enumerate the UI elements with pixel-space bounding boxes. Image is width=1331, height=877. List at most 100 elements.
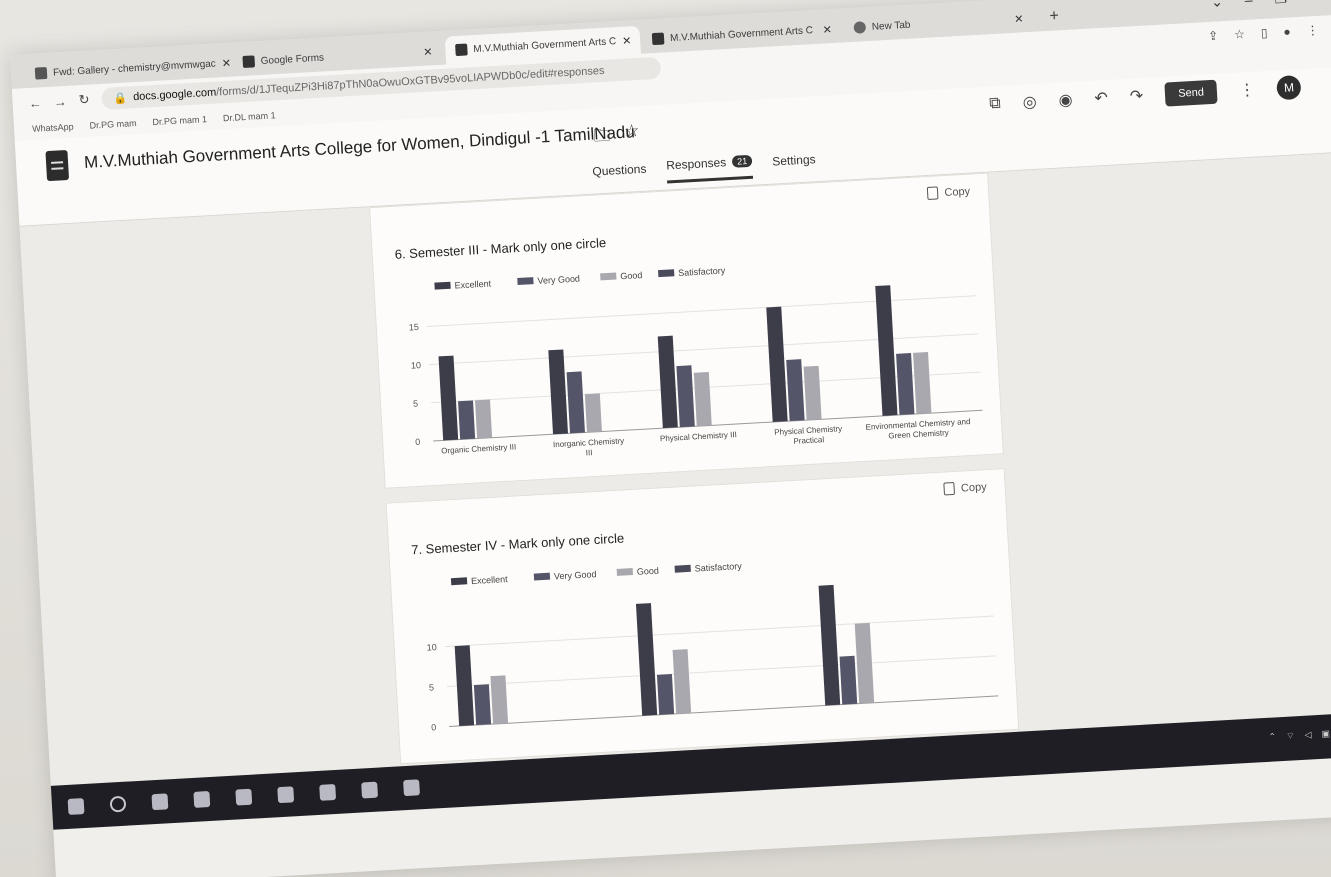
more-options-icon[interactable]: ⋮ bbox=[1239, 80, 1256, 101]
bookmark-dl-mam-1[interactable]: Dr.DL mam 1 bbox=[223, 110, 276, 123]
legend-swatch bbox=[450, 577, 468, 586]
bar bbox=[548, 349, 568, 435]
tab-label: Settings bbox=[771, 151, 816, 169]
preview-icon[interactable]: ◉ bbox=[1058, 90, 1073, 111]
bookmark-pg-mam[interactable]: Dr.PG mam bbox=[89, 118, 137, 131]
tab-label: Fwd: Gallery - chemistry@mvmwgac bbox=[52, 58, 217, 79]
volume-icon[interactable]: ◁ bbox=[1304, 729, 1312, 740]
x-tick-label: Practical bbox=[793, 435, 824, 446]
share-icon[interactable]: ⇪ bbox=[1208, 29, 1219, 44]
grid-line bbox=[428, 333, 979, 366]
legend-swatch bbox=[533, 572, 551, 581]
profile-icon[interactable]: ● bbox=[1283, 24, 1291, 38]
bar bbox=[839, 655, 858, 705]
chrome-icon[interactable] bbox=[361, 781, 379, 799]
bar bbox=[454, 645, 475, 726]
folder-icon[interactable]: 🗀 bbox=[593, 123, 612, 153]
legend-label: Excellent bbox=[471, 574, 509, 586]
address-bar-actions: ⇪ ☆ ▯ ● ⋮ bbox=[1208, 23, 1319, 43]
send-button[interactable]: Send bbox=[1164, 79, 1218, 107]
y-tick-label: 0 bbox=[431, 722, 437, 732]
copy-button[interactable]: Copy bbox=[943, 480, 987, 496]
tab-settings[interactable]: Settings bbox=[772, 150, 817, 177]
chevron-down-icon[interactable]: ⌄ bbox=[1211, 0, 1224, 11]
forms-icon bbox=[651, 32, 665, 46]
palette-icon[interactable]: ◎ bbox=[1022, 92, 1037, 113]
tab-label: Google Forms bbox=[260, 51, 325, 67]
close-icon[interactable]: ✕ bbox=[1309, 0, 1322, 5]
sidepanel-icon[interactable]: ▯ bbox=[1260, 26, 1267, 40]
menu-icon[interactable]: ⋮ bbox=[1306, 23, 1319, 38]
tab-responses[interactable]: Responses 21 bbox=[665, 153, 754, 184]
bar bbox=[438, 355, 459, 441]
redo-icon[interactable]: ↷ bbox=[1129, 86, 1144, 107]
tab-label: Questions bbox=[592, 161, 647, 179]
star-icon[interactable]: ☆ bbox=[624, 121, 641, 151]
bar bbox=[584, 393, 602, 433]
copy-button[interactable]: Copy bbox=[927, 185, 970, 200]
response-card: Copy 7. Semester IV - Mark only one circ… bbox=[385, 468, 1020, 765]
network-icon[interactable]: ⌔ bbox=[1286, 730, 1295, 741]
tab-questions[interactable]: Questions bbox=[592, 160, 647, 188]
legend-label: Satisfactory bbox=[678, 265, 726, 278]
file-explorer-icon[interactable] bbox=[235, 788, 253, 806]
notification-icon[interactable]: ▣ bbox=[1321, 728, 1330, 739]
x-tick-label: Physical Chemistry III bbox=[660, 430, 737, 443]
reload-icon[interactable]: ↻ bbox=[78, 92, 90, 109]
question-title: 6. Semester III - Mark only one circle bbox=[394, 235, 607, 262]
forward-icon[interactable]: → bbox=[53, 93, 67, 109]
chrome-icon bbox=[853, 21, 867, 34]
search-icon[interactable] bbox=[109, 795, 127, 813]
form-tabs: Questions Responses 21 Settings bbox=[592, 150, 817, 187]
bar bbox=[818, 584, 841, 706]
task-view-icon[interactable] bbox=[151, 793, 169, 811]
legend-label: Very Good bbox=[554, 569, 597, 581]
undo-icon[interactable]: ↶ bbox=[1094, 88, 1109, 109]
edge-icon[interactable] bbox=[193, 791, 211, 808]
photo-background: Fwd: Gallery - chemistry@mvmwgac ✕ Googl… bbox=[0, 0, 1331, 877]
url-host: docs.google.com bbox=[132, 86, 217, 104]
back-icon[interactable]: ← bbox=[28, 95, 42, 111]
bar bbox=[854, 622, 875, 704]
addon-icon[interactable]: ⧉ bbox=[989, 95, 1001, 114]
question-title: 7. Semester IV - Mark only one circle bbox=[410, 530, 625, 558]
star-icon[interactable]: ☆ bbox=[1234, 27, 1246, 42]
close-icon[interactable]: ✕ bbox=[1014, 12, 1024, 25]
legend-label: Good bbox=[637, 566, 660, 577]
bar bbox=[635, 603, 658, 716]
y-tick-label: 10 bbox=[426, 642, 437, 653]
system-tray: ⌃ ⌔ ◁ ▣ bbox=[1268, 728, 1330, 742]
forms-logo-icon bbox=[45, 149, 70, 182]
bar bbox=[676, 365, 695, 428]
legend-swatch bbox=[658, 269, 675, 278]
mail-icon[interactable] bbox=[319, 783, 337, 801]
copy-icon bbox=[943, 481, 956, 496]
windows-start-icon[interactable] bbox=[67, 798, 85, 815]
bookmark-pg-mam-1[interactable]: Dr.PG mam 1 bbox=[152, 114, 207, 127]
minimize-icon[interactable]: – bbox=[1244, 0, 1253, 9]
restore-icon[interactable]: ❐ bbox=[1274, 0, 1287, 7]
bar bbox=[458, 400, 476, 440]
grid-line bbox=[449, 695, 999, 728]
x-tick-label: III bbox=[586, 448, 593, 457]
tab-label: Responses bbox=[665, 155, 727, 173]
close-icon[interactable]: ✕ bbox=[423, 45, 433, 58]
avatar[interactable]: M bbox=[1276, 75, 1302, 101]
legend-label: Satisfactory bbox=[694, 561, 742, 574]
close-icon[interactable]: ✕ bbox=[822, 23, 832, 36]
close-icon[interactable]: ✕ bbox=[221, 56, 230, 69]
copy-label: Copy bbox=[960, 480, 987, 495]
bar bbox=[693, 371, 712, 427]
grid-line bbox=[446, 655, 997, 688]
store-icon[interactable] bbox=[277, 786, 295, 804]
bar bbox=[656, 674, 675, 715]
close-icon[interactable]: ✕ bbox=[622, 34, 632, 47]
new-tab-button[interactable]: + bbox=[1039, 2, 1071, 32]
y-tick-label: 5 bbox=[413, 399, 419, 409]
legend-swatch bbox=[517, 277, 534, 286]
bookmark-whatsapp[interactable]: WhatsApp bbox=[32, 122, 74, 134]
app-icon[interactable] bbox=[403, 779, 420, 797]
grid-line bbox=[444, 615, 994, 648]
bar bbox=[475, 399, 493, 439]
chevron-up-icon[interactable]: ⌃ bbox=[1268, 731, 1276, 742]
